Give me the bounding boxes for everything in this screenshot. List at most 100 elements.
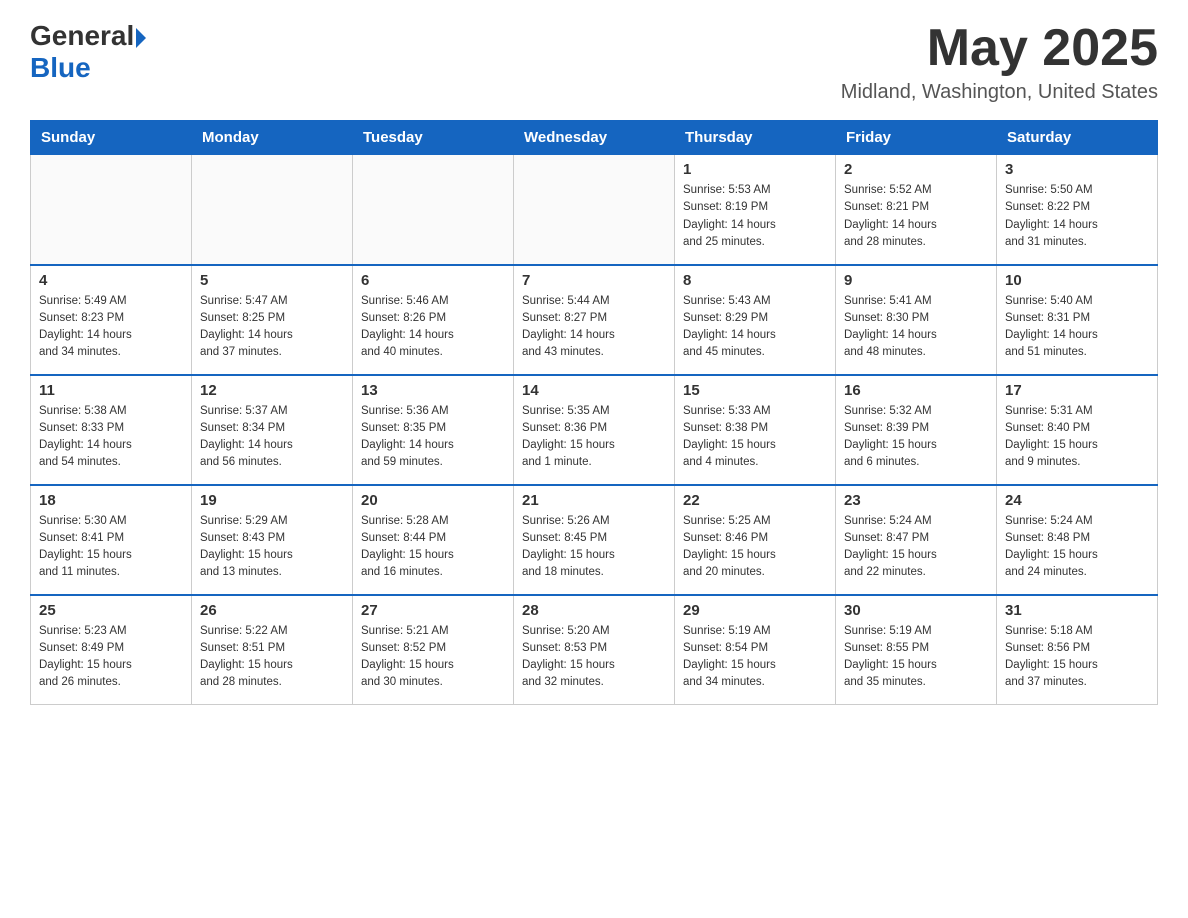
day-info: Sunrise: 5:21 AM Sunset: 8:52 PM Dayligh… <box>361 623 505 692</box>
day-info: Sunrise: 5:49 AM Sunset: 8:23 PM Dayligh… <box>39 293 183 362</box>
day-number: 10 <box>1005 272 1149 289</box>
day-info: Sunrise: 5:37 AM Sunset: 8:34 PM Dayligh… <box>200 403 344 472</box>
calendar-cell: 25 Sunrise: 5:23 AM Sunset: 8:49 PM Dayli… <box>31 595 192 705</box>
day-info: Sunrise: 5:31 AM Sunset: 8:40 PM Dayligh… <box>1005 403 1149 472</box>
day-info: Sunrise: 5:28 AM Sunset: 8:44 PM Dayligh… <box>361 513 505 582</box>
page-header: General Blue May 2025 Midland, Washingto… <box>30 20 1158 104</box>
day-number: 27 <box>361 602 505 619</box>
day-info: Sunrise: 5:20 AM Sunset: 8:53 PM Dayligh… <box>522 623 666 692</box>
day-number: 8 <box>683 272 827 289</box>
day-info: Sunrise: 5:53 AM Sunset: 8:19 PM Dayligh… <box>683 182 827 251</box>
day-info: Sunrise: 5:30 AM Sunset: 8:41 PM Dayligh… <box>39 513 183 582</box>
weekday-header-monday: Monday <box>192 121 353 155</box>
weekday-header-wednesday: Wednesday <box>514 121 675 155</box>
day-info: Sunrise: 5:26 AM Sunset: 8:45 PM Dayligh… <box>522 513 666 582</box>
calendar-cell: 17 Sunrise: 5:31 AM Sunset: 8:40 PM Dayli… <box>997 375 1158 485</box>
day-number: 9 <box>844 272 988 289</box>
day-info: Sunrise: 5:22 AM Sunset: 8:51 PM Dayligh… <box>200 623 344 692</box>
day-number: 3 <box>1005 161 1149 178</box>
day-number: 20 <box>361 492 505 509</box>
calendar-cell: 8 Sunrise: 5:43 AM Sunset: 8:29 PM Daylig… <box>675 265 836 375</box>
logo-general: General <box>30 20 134 52</box>
calendar-cell: 1 Sunrise: 5:53 AM Sunset: 8:19 PM Daylig… <box>675 155 836 265</box>
calendar-cell: 20 Sunrise: 5:28 AM Sunset: 8:44 PM Dayli… <box>353 485 514 595</box>
calendar-cell: 10 Sunrise: 5:40 AM Sunset: 8:31 PM Dayli… <box>997 265 1158 375</box>
day-info: Sunrise: 5:43 AM Sunset: 8:29 PM Dayligh… <box>683 293 827 362</box>
day-info: Sunrise: 5:36 AM Sunset: 8:35 PM Dayligh… <box>361 403 505 472</box>
day-info: Sunrise: 5:46 AM Sunset: 8:26 PM Dayligh… <box>361 293 505 362</box>
day-info: Sunrise: 5:25 AM Sunset: 8:46 PM Dayligh… <box>683 513 827 582</box>
day-info: Sunrise: 5:35 AM Sunset: 8:36 PM Dayligh… <box>522 403 666 472</box>
calendar-cell: 28 Sunrise: 5:20 AM Sunset: 8:53 PM Dayli… <box>514 595 675 705</box>
day-number: 17 <box>1005 382 1149 399</box>
calendar-cell: 19 Sunrise: 5:29 AM Sunset: 8:43 PM Dayli… <box>192 485 353 595</box>
calendar-cell: 31Sunrise: 5:18 AM Sunset: 8:56 PM Dayli… <box>997 595 1158 705</box>
day-number: 5 <box>200 272 344 289</box>
day-number: 23 <box>844 492 988 509</box>
day-number: 16 <box>844 382 988 399</box>
calendar-week-row: 4 Sunrise: 5:49 AM Sunset: 8:23 PM Daylig… <box>31 265 1158 375</box>
day-number: 31 <box>1005 602 1149 619</box>
calendar-week-row: 11 Sunrise: 5:38 AM Sunset: 8:33 PM Dayli… <box>31 375 1158 485</box>
day-number: 26 <box>200 602 344 619</box>
calendar-cell: 7 Sunrise: 5:44 AM Sunset: 8:27 PM Daylig… <box>514 265 675 375</box>
calendar-cell: 3 Sunrise: 5:50 AM Sunset: 8:22 PM Daylig… <box>997 155 1158 265</box>
calendar-cell: 30 Sunrise: 5:19 AM Sunset: 8:55 PM Dayli… <box>836 595 997 705</box>
day-info: Sunrise: 5:32 AM Sunset: 8:39 PM Dayligh… <box>844 403 988 472</box>
calendar-cell: 4 Sunrise: 5:49 AM Sunset: 8:23 PM Daylig… <box>31 265 192 375</box>
day-number: 1 <box>683 161 827 178</box>
location-subtitle: Midland, Washington, United States <box>841 81 1158 104</box>
day-info: Sunrise: 5:40 AM Sunset: 8:31 PM Dayligh… <box>1005 293 1149 362</box>
day-info: Sunrise: 5:23 AM Sunset: 8:49 PM Dayligh… <box>39 623 183 692</box>
day-info: Sunrise: 5:38 AM Sunset: 8:33 PM Dayligh… <box>39 403 183 472</box>
weekday-header-friday: Friday <box>836 121 997 155</box>
calendar-cell: 21 Sunrise: 5:26 AM Sunset: 8:45 PM Dayli… <box>514 485 675 595</box>
day-number: 11 <box>39 382 183 399</box>
weekday-header-sunday: Sunday <box>31 121 192 155</box>
calendar-cell <box>31 155 192 265</box>
month-title: May 2025 <box>841 20 1158 77</box>
calendar-cell: 29 Sunrise: 5:19 AM Sunset: 8:54 PM Dayli… <box>675 595 836 705</box>
calendar-cell: 2 Sunrise: 5:52 AM Sunset: 8:21 PM Daylig… <box>836 155 997 265</box>
calendar-cell: 24Sunrise: 5:24 AM Sunset: 8:48 PM Dayli… <box>997 485 1158 595</box>
day-number: 2 <box>844 161 988 178</box>
day-info: Sunrise: 5:41 AM Sunset: 8:30 PM Dayligh… <box>844 293 988 362</box>
day-info: Sunrise: 5:52 AM Sunset: 8:21 PM Dayligh… <box>844 182 988 251</box>
calendar-cell: 13Sunrise: 5:36 AM Sunset: 8:35 PM Dayli… <box>353 375 514 485</box>
calendar-cell <box>514 155 675 265</box>
day-number: 12 <box>200 382 344 399</box>
calendar-week-row: 25 Sunrise: 5:23 AM Sunset: 8:49 PM Dayli… <box>31 595 1158 705</box>
day-number: 30 <box>844 602 988 619</box>
logo-triangle-icon <box>136 28 146 48</box>
day-info: Sunrise: 5:19 AM Sunset: 8:55 PM Dayligh… <box>844 623 988 692</box>
calendar-cell: 15Sunrise: 5:33 AM Sunset: 8:38 PM Dayli… <box>675 375 836 485</box>
day-number: 28 <box>522 602 666 619</box>
day-number: 29 <box>683 602 827 619</box>
day-number: 7 <box>522 272 666 289</box>
day-number: 19 <box>200 492 344 509</box>
logo-blue: Blue <box>30 52 146 84</box>
day-number: 21 <box>522 492 666 509</box>
calendar-cell: 26 Sunrise: 5:22 AM Sunset: 8:51 PM Dayli… <box>192 595 353 705</box>
weekday-header-thursday: Thursday <box>675 121 836 155</box>
calendar-cell: 14Sunrise: 5:35 AM Sunset: 8:36 PM Dayli… <box>514 375 675 485</box>
day-number: 24 <box>1005 492 1149 509</box>
day-info: Sunrise: 5:47 AM Sunset: 8:25 PM Dayligh… <box>200 293 344 362</box>
day-info: Sunrise: 5:33 AM Sunset: 8:38 PM Dayligh… <box>683 403 827 472</box>
day-info: Sunrise: 5:44 AM Sunset: 8:27 PM Dayligh… <box>522 293 666 362</box>
day-number: 22 <box>683 492 827 509</box>
calendar-cell: 18Sunrise: 5:30 AM Sunset: 8:41 PM Dayli… <box>31 485 192 595</box>
title-block: May 2025 Midland, Washington, United Sta… <box>841 20 1158 104</box>
weekday-header-saturday: Saturday <box>997 121 1158 155</box>
day-info: Sunrise: 5:19 AM Sunset: 8:54 PM Dayligh… <box>683 623 827 692</box>
calendar-cell: 23 Sunrise: 5:24 AM Sunset: 8:47 PM Dayli… <box>836 485 997 595</box>
calendar-week-row: 18Sunrise: 5:30 AM Sunset: 8:41 PM Dayli… <box>31 485 1158 595</box>
day-info: Sunrise: 5:50 AM Sunset: 8:22 PM Dayligh… <box>1005 182 1149 251</box>
day-info: Sunrise: 5:29 AM Sunset: 8:43 PM Dayligh… <box>200 513 344 582</box>
day-number: 25 <box>39 602 183 619</box>
day-info: Sunrise: 5:24 AM Sunset: 8:47 PM Dayligh… <box>844 513 988 582</box>
day-number: 4 <box>39 272 183 289</box>
calendar-cell <box>192 155 353 265</box>
weekday-header-row: SundayMondayTuesdayWednesdayThursdayFrid… <box>31 121 1158 155</box>
calendar-table: SundayMondayTuesdayWednesdayThursdayFrid… <box>30 120 1158 705</box>
